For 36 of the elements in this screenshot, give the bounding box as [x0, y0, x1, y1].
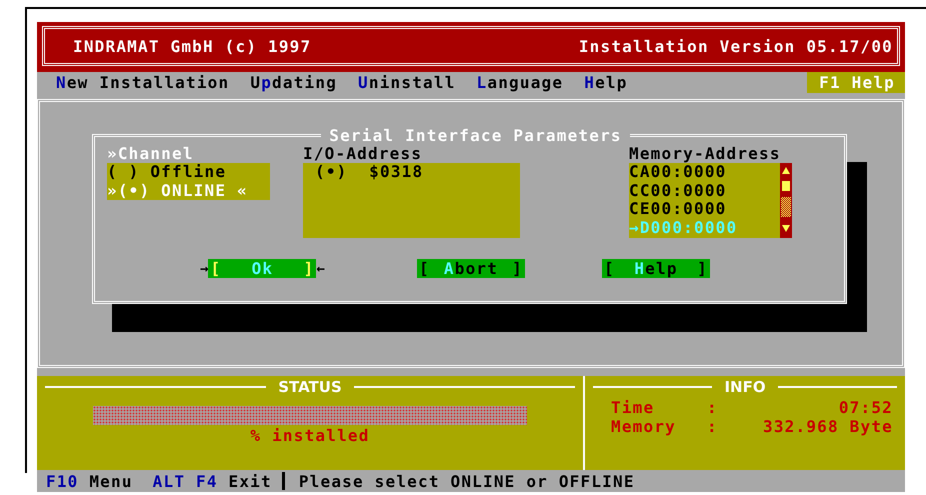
channel-option[interactable]: ( ) Offline	[107, 163, 270, 182]
progress-caption: % installed	[250, 426, 370, 445]
dialog-title: Serial Interface Parameters	[328, 126, 623, 145]
version-title: Installation Version 05.17/00	[578, 36, 893, 56]
menu-item[interactable]: New Installation	[56, 73, 230, 92]
info-separator: :	[707, 417, 719, 436]
scroll-up-icon[interactable]	[782, 167, 790, 174]
info-value: 332.968 Byte	[762, 417, 893, 436]
scroll-down-icon[interactable]	[782, 225, 790, 232]
status-message: Please select ONLINE or OFFLINE	[298, 472, 635, 490]
company-title: INDRAMAT GmbH (c) 1997	[73, 36, 312, 56]
channel-label: »Channel	[107, 145, 194, 163]
info-value: 07:52	[838, 398, 893, 417]
shortcut-hint[interactable]: F10 Menu	[46, 472, 133, 490]
dialog-button[interactable]: [ Help ]	[602, 259, 710, 278]
menu-item[interactable]: Updating	[250, 73, 338, 92]
scroll-thumb[interactable]	[782, 181, 790, 191]
info-title: INFO	[724, 378, 766, 396]
scrollbar[interactable]	[780, 163, 792, 238]
menu-item[interactable]: Language	[476, 73, 564, 92]
info-label: Memory	[611, 417, 677, 436]
status-title: STATUS	[278, 378, 342, 396]
memory-address-option[interactable]: CE00:0000	[629, 200, 738, 218]
info-label: Time	[611, 398, 656, 417]
dialog-button[interactable]: [ Abort ]	[417, 259, 525, 278]
focus-marker: →	[200, 260, 208, 276]
io-address-option[interactable]: (•) $0318	[315, 163, 520, 182]
shortcut-hint[interactable]: ALT F4 Exit	[152, 472, 272, 490]
info-separator: :	[707, 398, 719, 417]
focus-marker: ←	[316, 260, 325, 276]
memory-address-option[interactable]: CA00:0000	[629, 163, 738, 182]
memory-address-option[interactable]: CC00:0000	[629, 182, 738, 200]
memory-address-label: Memory-Address	[629, 145, 781, 163]
menu-item[interactable]: Uninstall	[358, 73, 456, 92]
io-address-label: I/O-Address	[303, 145, 422, 163]
menu-item[interactable]: Help	[584, 73, 628, 92]
